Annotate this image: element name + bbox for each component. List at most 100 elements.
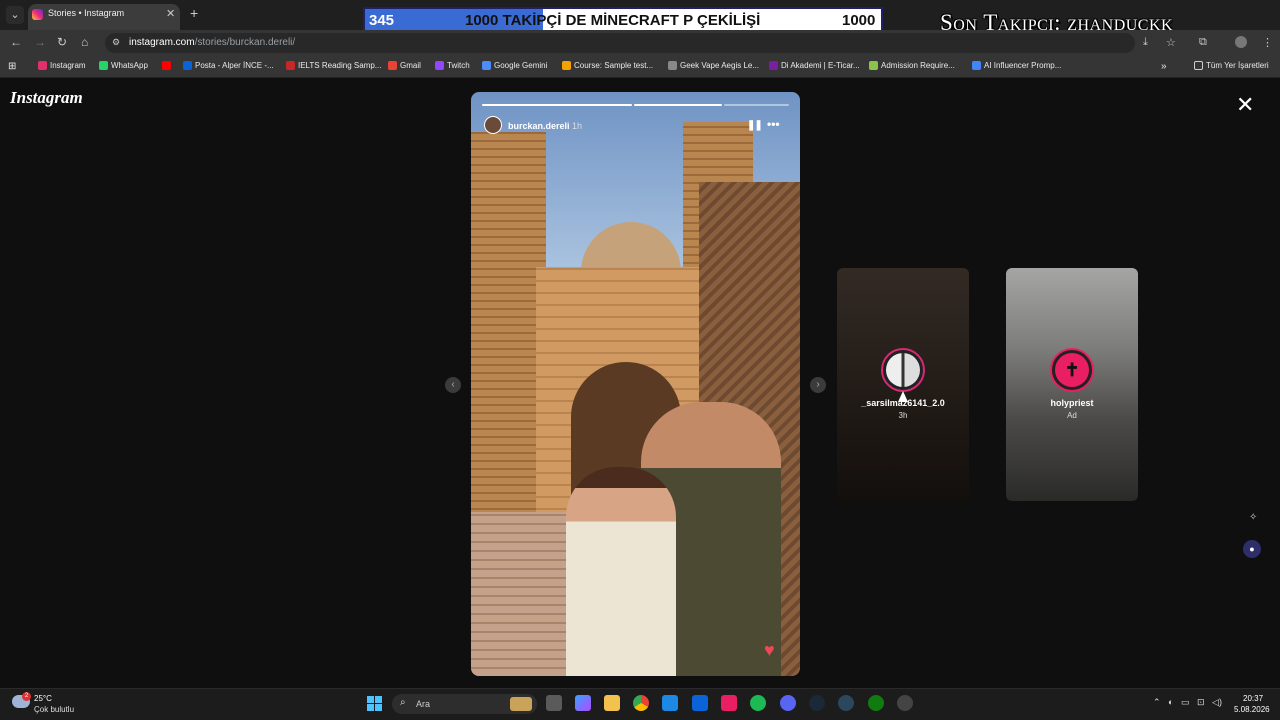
twitch-icon [435,61,444,70]
spotify-icon[interactable] [750,695,766,711]
story-avatar[interactable] [484,116,502,134]
bookmark-item[interactable]: Course: Sample test... [562,61,653,70]
copilot-icon[interactable] [575,695,591,711]
bookmark-item[interactable]: Di Akademi | E-Ticar... [769,61,860,70]
menu-kebab-icon[interactable]: ⋮ [1262,36,1273,49]
tab-title: Stories • Instagram [48,8,125,18]
bookmark-label: AI Influencer Promp... [984,61,1062,70]
all-bookmarks-label: Tüm Yer İşaretleri [1206,61,1269,70]
mouse-cursor-icon [898,391,908,402]
bookmark-item[interactable]: IELTS Reading Samp... [286,61,381,70]
clock-date[interactable]: 5.08.2026 [1234,705,1270,714]
extensions-icon[interactable]: ⧉ [1199,36,1207,49]
outlook-icon[interactable] [692,695,708,711]
extension-sparkle-icon[interactable]: ✧ [1249,512,1263,526]
chrome-icon[interactable] [633,695,649,711]
bookmark-item[interactable]: WhatsApp [99,61,148,70]
all-bookmarks-button[interactable]: Tüm Yer İşaretleri [1194,61,1269,70]
next-story-preview[interactable]: _sarsilmaz6141_2.0 3h [837,268,969,501]
profile-avatar[interactable] [1235,36,1247,48]
youtube-icon [162,61,171,70]
forward-icon[interactable]: → [34,35,46,49]
weather-desc[interactable]: Çok bulutlu [34,705,74,714]
ad-story-preview[interactable]: ✝ holypriest Ad [1006,268,1138,501]
outlook-icon [183,61,192,70]
bookmark-label: Posta - Alper İNCE -... [195,61,274,70]
gmail-icon [388,61,397,70]
follower-goal: 1000 [842,12,876,29]
site-info-icon[interactable]: ⚙ [112,37,124,48]
story-progress-2 [634,104,722,106]
admission-icon [869,61,878,70]
clock-time[interactable]: 20:37 [1243,694,1263,703]
steam-icon[interactable] [809,695,825,711]
tab-close-icon[interactable]: ✕ [166,7,175,20]
reload-icon[interactable]: ↻ [57,35,67,49]
file-explorer-icon[interactable] [604,695,620,711]
search-icon: ⌕ [400,697,406,708]
instagram-logo[interactable]: Instagram [10,88,83,108]
pause-icon[interactable]: ❚❚ [747,120,763,131]
close-icon[interactable]: ✕ [1236,92,1254,118]
bookmark-label: Gmail [400,61,421,70]
discord-icon[interactable] [780,695,796,711]
instagram-icon [38,61,47,70]
course-icon [562,61,571,70]
back-icon[interactable]: ← [10,35,22,49]
more-options-icon[interactable]: ••• [767,117,780,131]
url-text[interactable]: instagram.com/stories/burckan.dereli/ [129,37,295,48]
system-tray[interactable]: ⌃ ◐ ▭ ⊡ ◁) [1153,697,1222,708]
bookmark-label: Admission Require... [881,61,955,70]
weather-temp[interactable]: 25°C [34,694,52,703]
bookmark-item[interactable]: Google Gemini [482,61,547,70]
giveaway-title: 1000 TAKİPÇİ DE MİNECRAFT P ÇEKİLİŞİ [465,12,761,29]
extension-bot-icon[interactable]: ● [1243,540,1261,558]
whatsapp-icon [99,61,108,70]
steam-icon[interactable] [838,695,854,711]
bookmark-item[interactable]: Instagram [38,61,86,70]
start-button[interactable] [367,696,382,711]
previous-story-button[interactable]: ‹ [445,377,461,393]
docs-icon [972,61,981,70]
apps-grid-icon[interactable]: ⊞ [8,61,16,72]
preview-label: Ad [1067,411,1077,420]
bookmark-item[interactable]: Gmail [388,61,421,70]
xbox-icon[interactable] [868,695,884,711]
story-progress-3 [724,104,789,106]
bookmark-item[interactable]: AI Influencer Promp... [972,61,1061,70]
bookmark-item[interactable]: Admission Require... [869,61,955,70]
obs-icon[interactable] [897,695,913,711]
tab-search-button[interactable]: ⌄ [6,6,24,24]
next-story-button[interactable]: › [810,377,826,393]
story-username[interactable]: burckan.dereli [508,121,570,131]
woman-figure [566,467,676,676]
bookmark-item[interactable]: Posta - Alper İNCE -... [183,61,274,70]
active-story[interactable]: burckan.dereli 1h ❚❚ ••• ♥ [471,92,800,676]
search-highlight-icon[interactable] [510,697,532,711]
bookmark-item[interactable]: Geek Vape Aegis Le... [668,61,759,70]
url-host: instagram.com [129,37,195,48]
preview-time: 3h [898,411,908,420]
bookmark-label: Di Akademi | E-Ticar... [781,61,860,70]
more-bookmarks-icon[interactable]: » [1161,61,1167,72]
new-tab-button[interactable]: + [190,5,198,21]
bookmark-label: Google Gemini [494,61,548,70]
folder-icon [1194,61,1203,70]
store-icon[interactable] [662,695,678,711]
bookmark-item[interactable] [162,61,174,70]
preview-avatar [881,348,925,392]
weather-badge: 2 [22,692,31,701]
follower-count: 345 [369,12,395,29]
bookmark-label: IELTS Reading Samp... [298,61,382,70]
bookmark-label: Instagram [50,61,86,70]
preview-username: holypriest [1050,398,1094,408]
bookmark-item[interactable]: Twitch [435,61,470,70]
install-app-icon[interactable]: ⤓ [1143,36,1148,49]
instagram-favicon-icon [32,9,43,20]
preview-avatar: ✝ [1050,348,1094,392]
task-view-icon[interactable] [546,695,562,711]
bookmark-star-icon[interactable]: ☆ [1166,36,1176,49]
home-icon[interactable]: ⌂ [81,35,88,49]
app-icon[interactable] [721,695,737,711]
heart-icon[interactable]: ♥ [764,640,775,661]
